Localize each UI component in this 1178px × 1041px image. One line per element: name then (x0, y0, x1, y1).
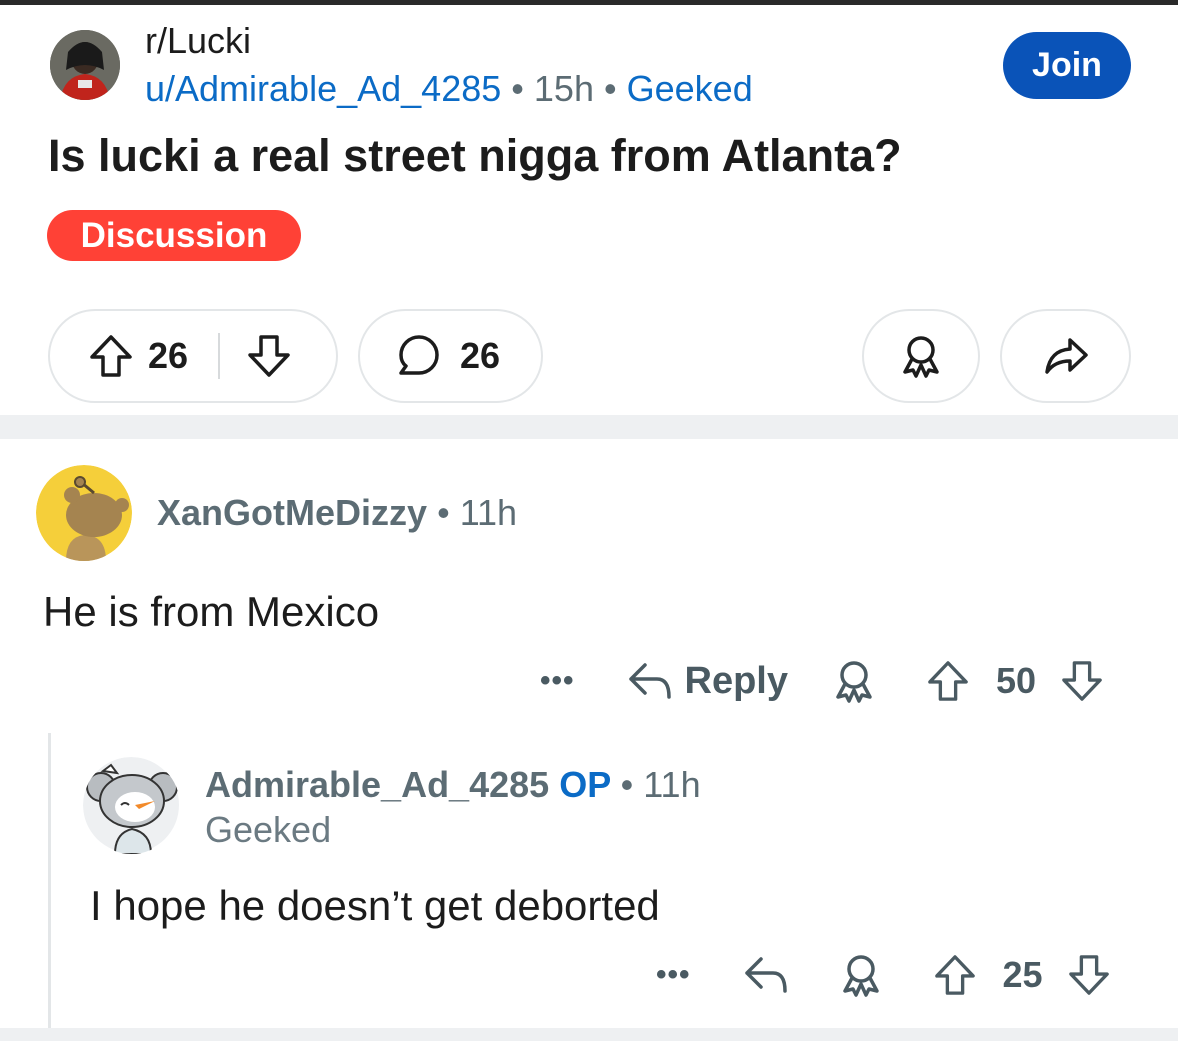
post-title[interactable]: Is lucki a real street nigga from Atlant… (48, 130, 902, 182)
share-icon (1043, 336, 1089, 376)
join-button[interactable]: Join (1003, 32, 1131, 99)
comment-time: 11h (643, 764, 701, 805)
award-button[interactable] (862, 309, 980, 403)
upvote-icon[interactable] (88, 334, 134, 378)
more-options-icon[interactable]: ••• (656, 958, 691, 992)
reply-label: Reply (684, 659, 788, 702)
reply-icon[interactable] (743, 955, 789, 995)
post-time: 15h (533, 68, 594, 109)
subreddit-avatar-image (50, 30, 120, 100)
comment-author-line: XanGotMeDizzy • 11h (157, 492, 517, 534)
comment-score: 50 (996, 660, 1037, 701)
comments-button[interactable]: 26 (358, 309, 543, 403)
comment-author[interactable]: XanGotMeDizzy (157, 492, 427, 533)
meta-separator: • (620, 764, 634, 805)
reply-button[interactable]: Reply (627, 660, 788, 703)
comment-icon (396, 333, 442, 379)
meta-separator: • (604, 68, 617, 109)
comment-actions: ••• Reply 50 (540, 654, 1104, 708)
subreddit-name[interactable]: r/Lucki (145, 20, 251, 62)
downvote-icon[interactable] (1060, 660, 1104, 702)
op-badge: OP (559, 764, 611, 805)
comment-body: I hope he doesn’t get deborted (90, 882, 660, 929)
post-author[interactable]: u/Admirable_Ad_4285 (145, 68, 501, 109)
award-icon (899, 334, 943, 378)
more-options-icon[interactable]: ••• (540, 664, 575, 698)
post-meta: u/Admirable_Ad_4285 • 15h • Geeked (145, 68, 753, 110)
comment-author-line: Admirable_Ad_4285 OP • 11h (205, 764, 701, 806)
author-flair: Geeked (626, 68, 753, 109)
bottom-divider (0, 1028, 1178, 1041)
vote-bar: 26 (48, 309, 338, 403)
downvote-icon[interactable] (246, 334, 292, 378)
downvote-icon[interactable] (1067, 954, 1111, 996)
share-button[interactable] (1000, 309, 1131, 403)
meta-separator: • (437, 492, 450, 533)
subreddit-avatar[interactable] (50, 30, 120, 100)
comment-body: He is from Mexico (43, 588, 380, 635)
comment-time: 11h (459, 492, 518, 533)
koala-snoo-avatar-icon[interactable] (83, 757, 180, 854)
upvote-icon[interactable] (926, 660, 970, 702)
section-divider (0, 415, 1178, 439)
comment-author-flair: Geeked (205, 809, 332, 850)
comment-count: 26 (460, 335, 501, 376)
reply-icon (627, 661, 673, 701)
thread-line[interactable] (48, 733, 51, 1028)
meta-separator: • (511, 68, 524, 109)
post-score: 26 (148, 335, 189, 376)
comment-score: 25 (1002, 954, 1043, 995)
award-icon[interactable] (839, 953, 883, 997)
upvote-icon[interactable] (933, 954, 977, 996)
vote-divider (218, 333, 221, 379)
snoo-avatar-icon[interactable] (36, 465, 132, 561)
comment-actions: ••• 25 (656, 948, 1111, 1002)
award-icon[interactable] (832, 659, 876, 703)
comment-author[interactable]: Admirable_Ad_4285 (205, 764, 549, 805)
post-flair[interactable]: Discussion (47, 210, 301, 261)
top-edge (0, 0, 1178, 5)
